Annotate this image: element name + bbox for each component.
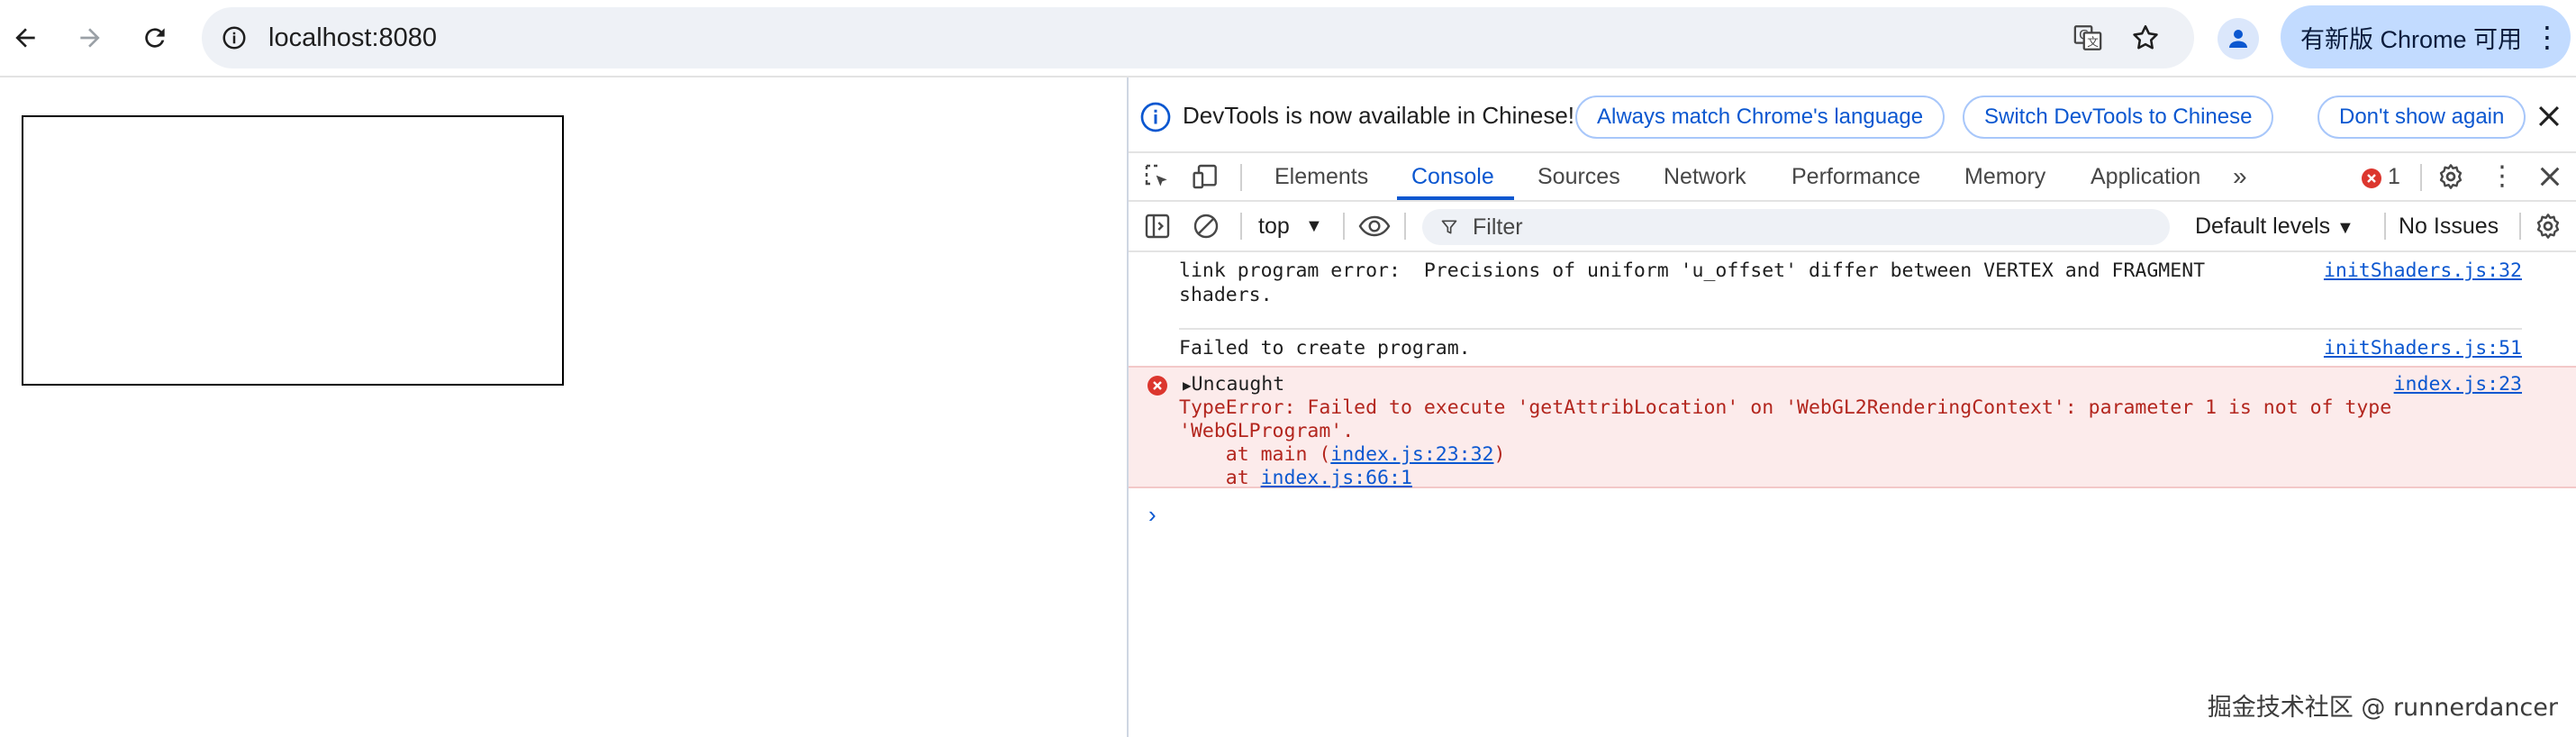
console-filterbar: top ▼ Filter Default levels ▼ No Issues <box>1129 202 2576 252</box>
error-icon <box>1147 376 1167 396</box>
error-title: Uncaught <box>1191 373 1285 396</box>
more-options-icon[interactable]: ⋮ <box>2489 153 2516 200</box>
inspect-element-icon[interactable] <box>1143 162 1172 191</box>
error-expand-toggle[interactable]: ▶Uncaught <box>1183 373 1284 398</box>
page-content <box>0 77 1127 737</box>
svg-text:文: 文 <box>2087 36 2099 50</box>
stack-frame-link[interactable]: index.js:66:1 <box>1261 467 1412 489</box>
close-devtools-icon[interactable] <box>2535 162 2564 191</box>
close-icon[interactable] <box>2534 101 2564 132</box>
stack-frame-text: at <box>1179 467 1261 489</box>
tab-elements[interactable]: Elements <box>1274 153 1368 200</box>
issues-count[interactable]: No Issues <box>2399 202 2499 250</box>
back-icon <box>15 28 35 48</box>
bookmark-star-icon[interactable] <box>2129 22 2162 54</box>
filter-separator <box>1240 213 1242 240</box>
message-source-link[interactable]: initShaders.js:32 <box>2324 259 2522 284</box>
console-message: link program error: Precisions of unifor… <box>1129 259 2576 312</box>
tab-separator <box>1240 164 1242 191</box>
stack-frame: at index.js:66:1 <box>1179 467 1412 491</box>
error-count[interactable]: 1 <box>2388 153 2400 200</box>
tab-separator <box>2420 164 2422 191</box>
filter-separator <box>2519 213 2521 240</box>
switch-to-chinese-button[interactable]: Switch DevTools to Chinese <box>1963 96 2274 139</box>
console-prompt[interactable]: › <box>1148 501 1156 529</box>
console-filter-input[interactable]: Filter <box>1422 209 2170 245</box>
tab-sources[interactable]: Sources <box>1537 153 1620 200</box>
forward-icon <box>80 28 100 48</box>
site-info-icon[interactable] <box>218 22 250 54</box>
message-text: Failed to create program. <box>1179 337 1471 359</box>
message-text: link program error: Precisions of unifor… <box>1179 259 2206 306</box>
console-message: Failed to create program. initShaders.js… <box>1129 337 2576 362</box>
tab-network[interactable]: Network <box>1664 153 1746 200</box>
stack-frame-text: ) <box>1493 443 1506 466</box>
chrome-update-button[interactable]: 有新版 Chrome 可用 ⋮ <box>2281 5 2571 68</box>
live-expression-eye-icon[interactable] <box>1357 212 1392 241</box>
more-tabs-icon[interactable]: » <box>2233 153 2247 200</box>
forward-button[interactable] <box>68 16 112 59</box>
console-error-message: ▶Uncaught index.js:23 TypeError: Failed … <box>1129 366 2576 491</box>
reload-button[interactable] <box>133 16 177 59</box>
more-vert-icon[interactable]: ⋮ <box>2533 23 2562 51</box>
log-levels-dropdown[interactable]: Default levels ▼ <box>2195 202 2354 250</box>
profile-icon[interactable] <box>2218 18 2259 59</box>
active-tab-indicator <box>1397 196 1514 200</box>
chevron-down-icon: ▼ <box>2336 218 2354 238</box>
message-divider <box>1179 328 2522 330</box>
message-source-link[interactable]: initShaders.js:51 <box>2324 337 2522 361</box>
language-infobar: DevTools is now available in Chinese! Al… <box>1129 77 2576 153</box>
back-button[interactable] <box>4 16 47 59</box>
tab-application[interactable]: Application <box>2091 153 2200 200</box>
devtools-tabbar: Elements Console Sources Network Perform… <box>1129 153 2576 202</box>
tab-memory[interactable]: Memory <box>1964 153 2045 200</box>
sidebar-toggle-icon[interactable] <box>1143 212 1172 241</box>
info-icon <box>1140 102 1171 132</box>
filter-separator <box>1404 213 1406 240</box>
webgl-canvas <box>22 115 564 386</box>
browser-toolbar: localhost:8080 G文 有新版 Chrome 可用 ⋮ <box>0 0 2576 77</box>
triangle-right-icon: ▶ <box>1183 377 1192 394</box>
url-text[interactable]: localhost:8080 <box>268 7 437 68</box>
tab-console[interactable]: Console <box>1411 153 1494 200</box>
device-toolbar-icon[interactable] <box>1192 162 1220 191</box>
settings-icon[interactable] <box>2436 162 2465 191</box>
tab-performance[interactable]: Performance <box>1791 153 1920 200</box>
reload-icon <box>145 28 165 48</box>
filter-icon <box>1441 220 1457 234</box>
update-label: 有新版 Chrome 可用 <box>2300 25 2523 53</box>
filter-separator <box>1343 213 1345 240</box>
error-line: 'WebGLProgram'. <box>1179 420 1355 442</box>
infobar-message: DevTools is now available in Chinese! <box>1183 102 1575 129</box>
stack-frame-link[interactable]: index.js:23:32 <box>1330 443 1493 466</box>
error-count-icon[interactable] <box>2361 168 2382 189</box>
filter-placeholder: Filter <box>1473 214 1523 240</box>
dont-show-again-button[interactable]: Don't show again <box>2317 96 2526 139</box>
context-selector[interactable]: top <box>1258 202 1290 250</box>
error-line: TypeError: Failed to execute 'getAttribL… <box>1179 396 2392 419</box>
always-match-language-button[interactable]: Always match Chrome's language <box>1575 96 1946 139</box>
address-bar[interactable]: localhost:8080 G文 <box>202 7 2194 68</box>
devtools-panel: DevTools is now available in Chinese! Al… <box>1127 77 2576 737</box>
watermark-text: 掘金技术社区 @ runnerdancer <box>2207 694 2558 722</box>
console-settings-icon[interactable] <box>2534 212 2562 241</box>
stack-frame: at main (index.js:23:32) <box>1179 443 1506 468</box>
filter-separator <box>2384 213 2386 240</box>
chevron-down-icon[interactable]: ▼ <box>1305 202 1323 250</box>
stack-frame-text: at main ( <box>1179 443 1331 466</box>
clear-console-icon[interactable] <box>1192 212 1220 241</box>
translate-icon[interactable]: G文 <box>2072 22 2104 54</box>
log-levels-label: Default levels <box>2195 214 2331 239</box>
message-source-link[interactable]: index.js:23 <box>2394 373 2522 397</box>
